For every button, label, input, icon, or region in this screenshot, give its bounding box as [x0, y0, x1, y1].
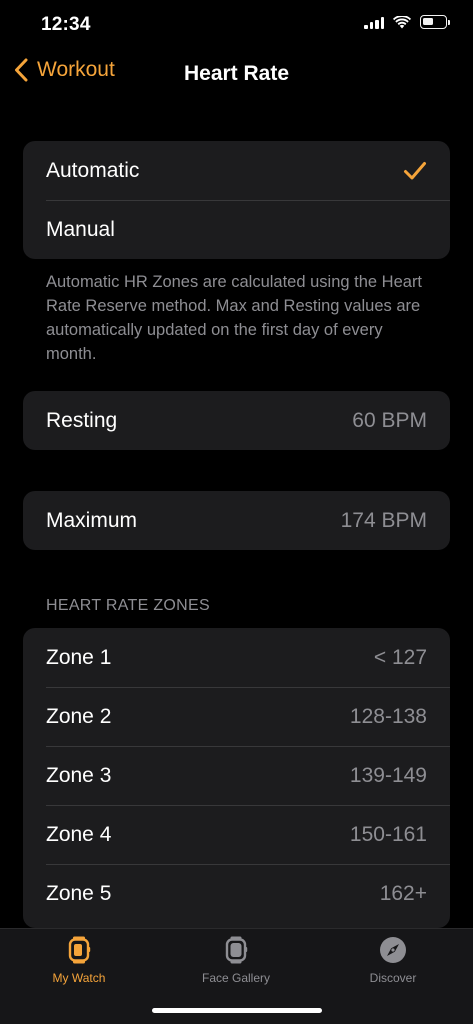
zone-value: < 127 [373, 645, 427, 669]
zones-card: Zone 1 < 127 Zone 2 128-138 Zone 3 139-1… [23, 628, 450, 928]
tab-discover-label: Discover [369, 971, 417, 985]
page-title: Heart Rate [183, 62, 290, 85]
resting-label: Resting [46, 408, 118, 432]
zone-row[interactable]: Zone 4 150-161 [23, 805, 450, 864]
zone-value: 128-138 [349, 704, 427, 728]
status-icons [364, 15, 450, 29]
zone-row[interactable]: Zone 5 162+ [23, 864, 450, 923]
maximum-value: 174 BPM [340, 508, 427, 532]
cellular-signal-icon [364, 16, 384, 29]
zone-label: Zone 3 [46, 763, 112, 787]
zones-section-header: HEART RATE ZONES [46, 597, 210, 614]
zone-value: 162+ [379, 881, 427, 905]
zone-label: Zone 4 [46, 822, 112, 846]
watch-icon [68, 936, 91, 964]
zone-value: 150-161 [349, 822, 427, 846]
wifi-icon [393, 15, 411, 28]
status-bar: 12:34 [0, 0, 473, 50]
screen: 12:34 Workout Heart Rate Automatic Manua… [0, 0, 473, 1024]
resting-value: 60 BPM [352, 408, 427, 432]
option-automatic[interactable]: Automatic [23, 141, 450, 200]
zones-description: Automatic HR Zones are calculated using … [46, 273, 423, 363]
zone-label: Zone 2 [46, 704, 112, 728]
zone-label: Zone 5 [46, 881, 112, 905]
zone-label: Zone 1 [46, 645, 112, 669]
battery-icon [420, 15, 450, 29]
checkmark-icon [404, 161, 426, 179]
resting-row[interactable]: Resting 60 BPM [23, 391, 450, 450]
option-manual[interactable]: Manual [23, 200, 450, 259]
tab-discover[interactable]: Discover [313, 935, 473, 985]
tab-face-gallery[interactable]: Face Gallery [156, 935, 316, 985]
maximum-label: Maximum [46, 508, 138, 532]
tab-my-watch[interactable]: My Watch [0, 935, 159, 985]
zone-mode-card: Automatic Manual [23, 141, 450, 259]
resting-card: Resting 60 BPM [23, 391, 450, 450]
maximum-row[interactable]: Maximum 174 BPM [23, 491, 450, 550]
maximum-card: Maximum 174 BPM [23, 491, 450, 550]
navigation-bar: Workout Heart Rate [0, 52, 473, 98]
status-time: 12:34 [41, 14, 91, 35]
face-gallery-icon [225, 936, 248, 964]
zone-value: 139-149 [349, 763, 427, 787]
zone-row[interactable]: Zone 3 139-149 [23, 746, 450, 805]
home-indicator[interactable] [152, 1008, 322, 1013]
zone-row[interactable]: Zone 1 < 127 [23, 628, 450, 687]
compass-icon [380, 937, 406, 963]
option-automatic-label: Automatic [46, 158, 140, 182]
zone-row[interactable]: Zone 2 128-138 [23, 687, 450, 746]
tab-face-gallery-label: Face Gallery [201, 971, 271, 985]
option-manual-label: Manual [46, 217, 115, 241]
tab-my-watch-label: My Watch [52, 971, 106, 985]
